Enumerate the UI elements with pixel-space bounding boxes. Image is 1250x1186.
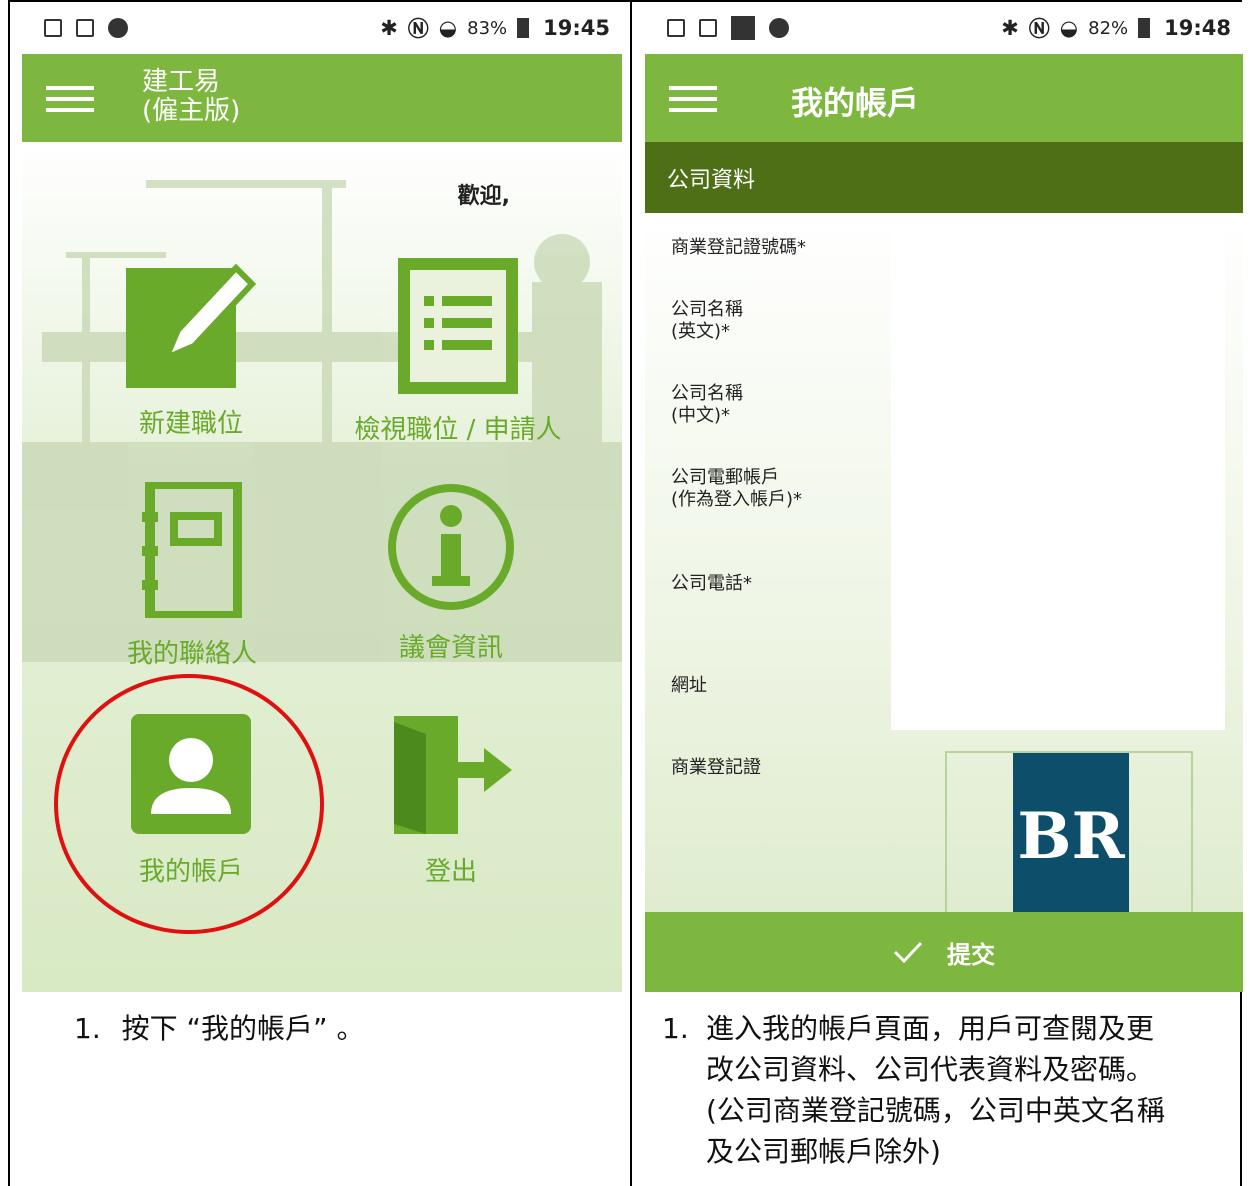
- address-book-icon: [142, 479, 243, 621]
- wifi-icon: ◒: [1059, 16, 1079, 40]
- welcome-text: 歡迎,: [457, 184, 510, 209]
- nfc-icon: Ⓝ: [1028, 17, 1050, 41]
- record-notification-icon: [108, 18, 128, 38]
- company-form: 商業登記證號碼* 公司名稱 (英文)* 公司名稱 (中文)* 公司電郵帳戶 (作為登入…: [645, 213, 1243, 921]
- tile-council-info[interactable]: 議會資訊: [384, 482, 518, 664]
- field-label-email: 公司電郵帳戶 (作為登入帳戶)*: [671, 467, 803, 510]
- record-notification-icon: [769, 18, 789, 38]
- home-content: 歡迎, 新建職位 檢視職位 / 申請人 我的聯絡人 議會資訊 我的帳戶 登出: [22, 142, 622, 992]
- field-label-name-en: 公司名稱 (英文)*: [671, 299, 743, 342]
- app-title: 建工易 (僱主版): [142, 67, 241, 126]
- caption-right-line: 改公司資料、公司代表資料及密碼。: [706, 1053, 1155, 1086]
- caption-left-text: 按下 “我的帳戶” 。: [121, 1012, 365, 1045]
- battery-percent: 82%: [1088, 17, 1129, 39]
- download-notification-icon: [667, 19, 685, 37]
- image-notification-icon: [699, 19, 717, 37]
- menu-icon[interactable]: [669, 86, 717, 112]
- list-document-icon: [398, 258, 518, 394]
- wifi-icon: ◒: [438, 16, 458, 40]
- tile-logout[interactable]: 登出: [384, 712, 518, 888]
- page-title: 我的帳戶: [791, 84, 920, 122]
- tile-view-jobs[interactable]: 檢視職位 / 申請人: [342, 258, 574, 446]
- caption-right: 1. 進入我的帳戶頁面，用戶可查閱及更 改公司資料、公司代表資料及密碼。 (公司…: [662, 1008, 1242, 1172]
- nfc-icon: Ⓝ: [407, 17, 429, 41]
- checkmark-icon: [893, 941, 923, 964]
- tile-new-job[interactable]: 新建職位: [126, 258, 257, 440]
- table-middle-border: [630, 0, 632, 1186]
- br-cert-image[interactable]: BR: [945, 751, 1193, 921]
- field-label-name-zh: 公司名稱 (中文)*: [671, 383, 743, 426]
- caption-right-number: 1.: [662, 1012, 689, 1045]
- br-logo: BR: [1013, 753, 1129, 921]
- status-bar: ✱ Ⓝ ◒ 83% 19:45: [22, 2, 622, 54]
- app-bar: 我的帳戶: [645, 54, 1243, 142]
- submit-button[interactable]: 提交: [645, 912, 1243, 992]
- field-label-website: 網址: [671, 675, 707, 696]
- caption-right-line: 及公司郵帳戶除外): [706, 1135, 941, 1168]
- form-input-area[interactable]: [891, 228, 1225, 730]
- caption-right-line: (公司商業登記號碼，公司中英文名稱: [706, 1094, 1165, 1127]
- caption-left-number: 1.: [74, 1012, 101, 1045]
- download-notification-icon: [44, 19, 62, 37]
- pencil-square-icon: [126, 263, 257, 388]
- battery-percent: 83%: [467, 17, 508, 39]
- field-label-br-cert: 商業登記證: [671, 757, 761, 778]
- battery-icon: [1138, 18, 1151, 38]
- bluetooth-icon: ✱: [380, 16, 398, 40]
- bluetooth-icon: ✱: [1001, 16, 1019, 40]
- info-circle-icon: [388, 484, 514, 610]
- field-label-phone: 公司電話*: [671, 573, 752, 594]
- home-screen: ✱ Ⓝ ◒ 83% 19:45 建工易 (僱主版) 歡迎, 新建職位 檢視職位 …: [22, 2, 622, 992]
- battery-icon: [517, 18, 530, 38]
- status-time: 19:48: [1164, 16, 1231, 40]
- logout-door-icon: [394, 716, 512, 834]
- menu-icon[interactable]: [46, 86, 94, 112]
- caption-left: 1. 按下 “我的帳戶” 。: [74, 1008, 364, 1049]
- status-bar: ✱ Ⓝ ◒ 82% 19:48: [645, 2, 1243, 54]
- caption-right-line: 進入我的帳戶頁面，用戶可查閱及更: [706, 1012, 1155, 1045]
- image-notification-icon: [76, 19, 94, 37]
- tile-my-contacts[interactable]: 我的聯絡人: [122, 479, 262, 670]
- square-notification-icon: [731, 16, 755, 40]
- submit-label: 提交: [947, 940, 995, 969]
- section-header-company-info: 公司資料: [645, 142, 1243, 213]
- field-label-br-number: 商業登記證號碼*: [671, 237, 806, 258]
- account-screen: ✱ Ⓝ ◒ 82% 19:48 我的帳戶 公司資料 商業登記證號碼* 公司名稱(…: [645, 2, 1243, 992]
- highlight-circle: [54, 674, 324, 934]
- table-left-border: [8, 0, 10, 1186]
- status-time: 19:45: [543, 16, 610, 40]
- app-bar: 建工易 (僱主版): [22, 54, 622, 142]
